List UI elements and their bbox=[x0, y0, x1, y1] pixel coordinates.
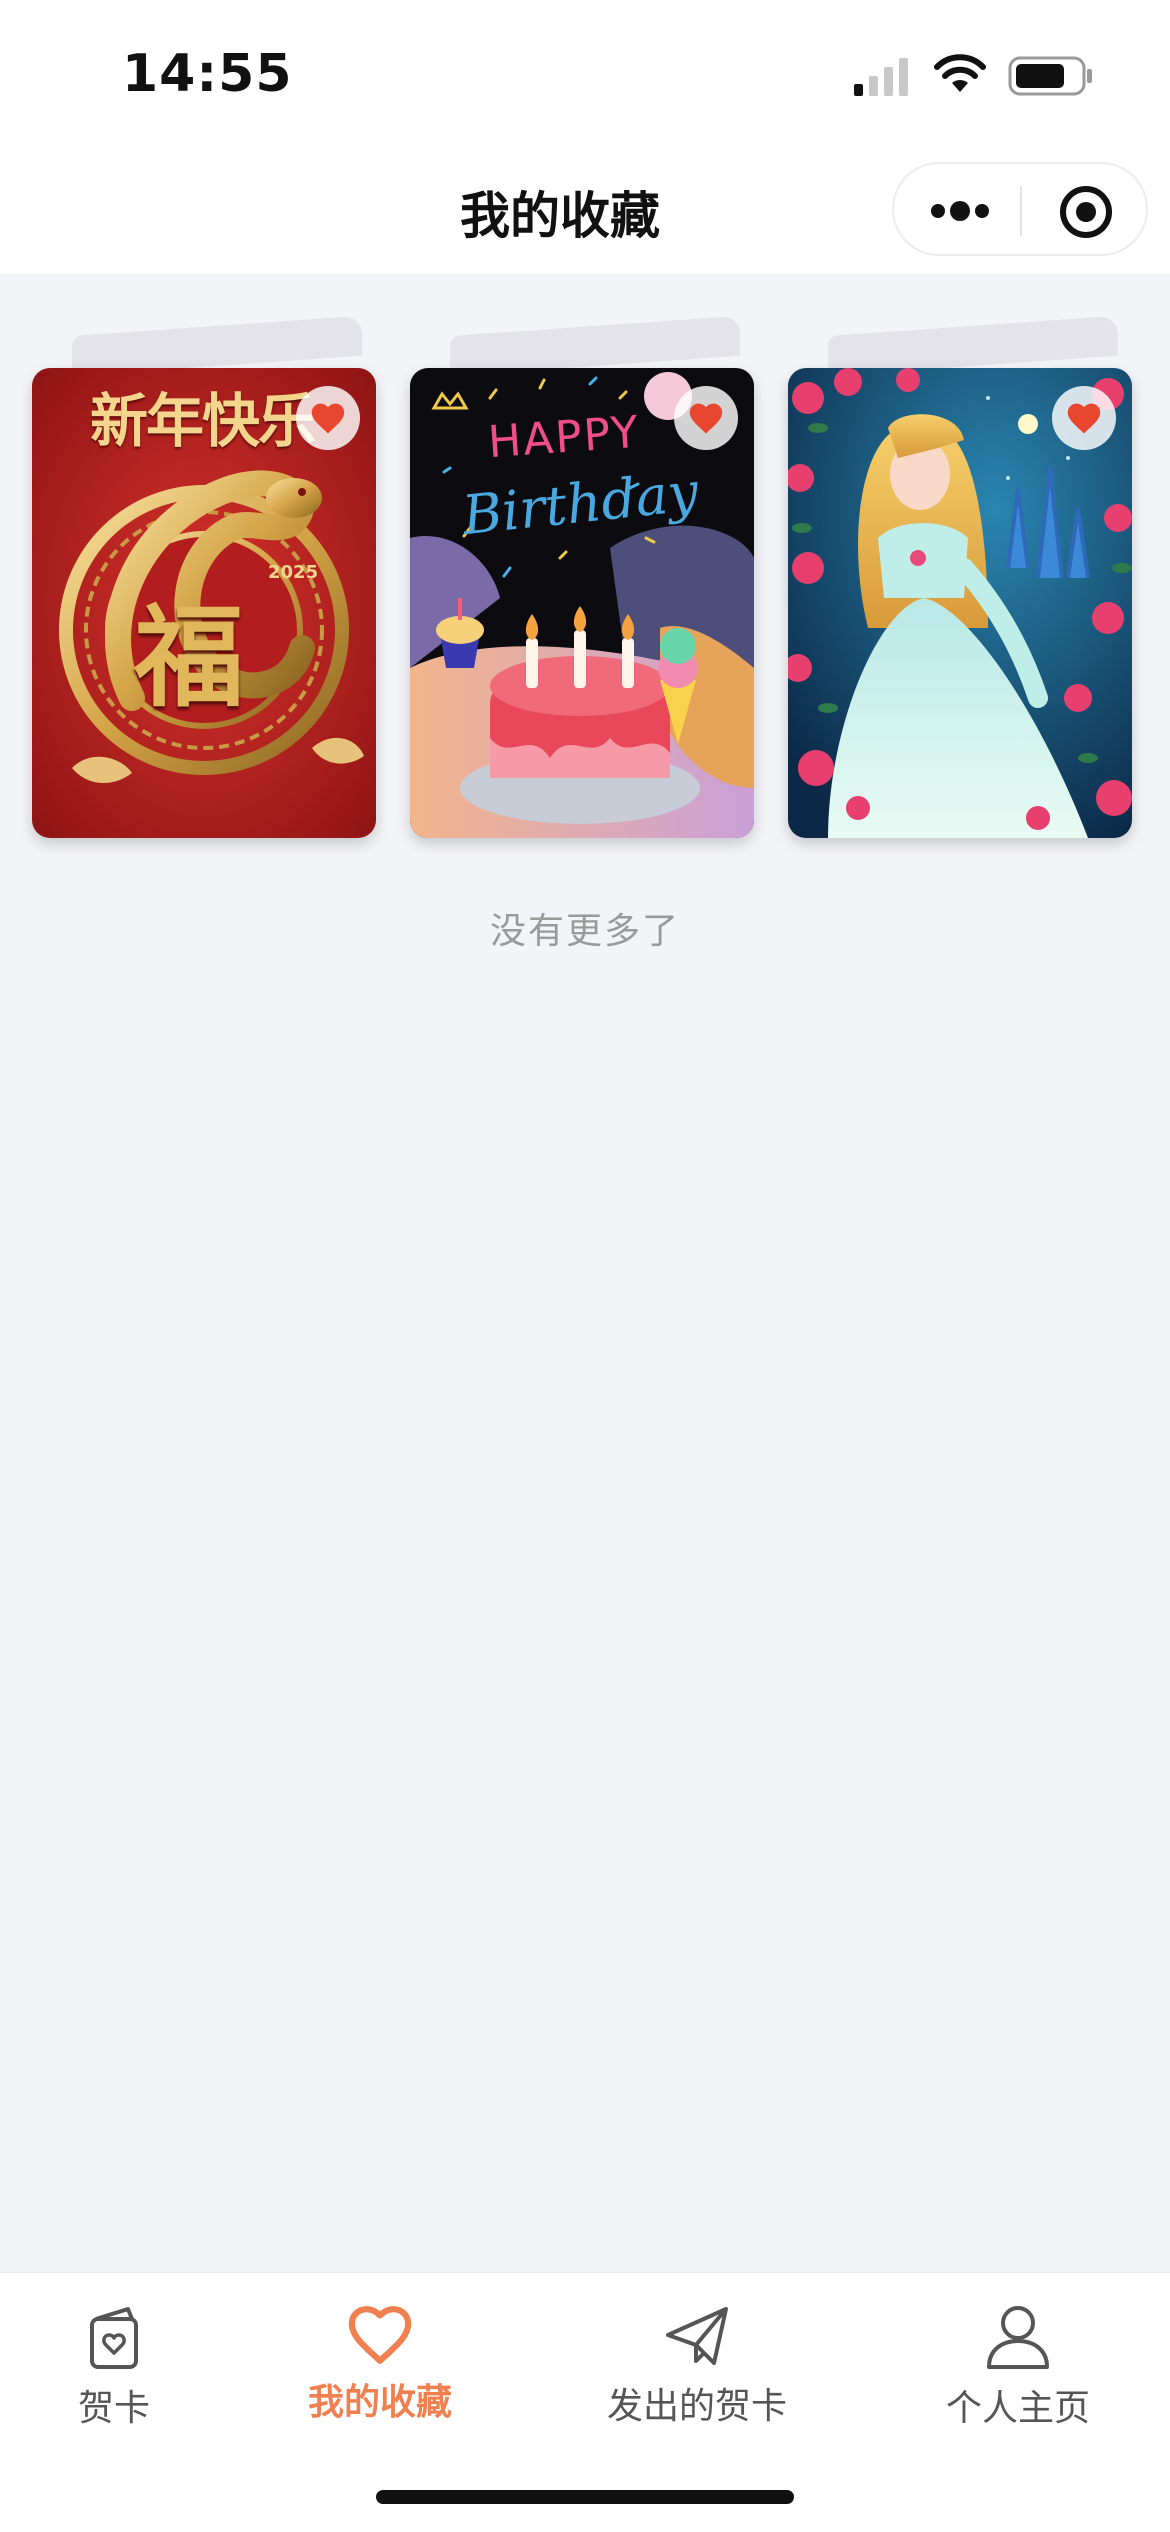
tab-label: 我的收藏 bbox=[307, 2382, 452, 2423]
card-bag-icon bbox=[90, 2307, 138, 2369]
favorite-toggle[interactable] bbox=[296, 386, 360, 450]
heart-icon bbox=[348, 2306, 412, 2364]
card-image[interactable] bbox=[788, 368, 1132, 838]
tab-sent-cards[interactable]: 发出的贺卡 bbox=[586, 2303, 808, 2453]
card-fold bbox=[828, 315, 1118, 376]
favorite-toggle[interactable] bbox=[674, 386, 738, 450]
card-fold bbox=[72, 315, 362, 376]
person-icon bbox=[987, 2306, 1049, 2369]
card-fold bbox=[450, 315, 740, 376]
more-options-icon[interactable] bbox=[930, 194, 990, 228]
tab-label: 发出的贺卡 bbox=[606, 2386, 787, 2427]
card-greeting-text: 新年快乐 bbox=[90, 387, 316, 455]
tab-label: 个人主页 bbox=[945, 2388, 1090, 2429]
home-indicator bbox=[376, 2490, 794, 2504]
heart-filled-icon bbox=[311, 403, 345, 434]
list-end-text: 没有更多了 bbox=[489, 911, 680, 952]
favorites-page: 14:55 我的收藏 新年快乐 福 2025 HAPPY Birthday 没有… bbox=[0, 0, 1170, 2532]
tab-cards[interactable]: 贺卡 bbox=[32, 2303, 196, 2453]
battery-icon bbox=[1008, 56, 1092, 96]
close-mini-program-icon[interactable] bbox=[1058, 184, 1114, 240]
status-bar: 14:55 bbox=[0, 0, 1170, 150]
favorite-card-birthday[interactable]: HAPPY Birthday bbox=[410, 315, 754, 838]
paper-plane-icon bbox=[666, 2307, 728, 2365]
tab-favorites[interactable]: 我的收藏 bbox=[280, 2303, 480, 2453]
card-happy-text: HAPPY bbox=[486, 406, 642, 469]
favorite-toggle[interactable] bbox=[1052, 386, 1116, 450]
card-image[interactable]: 新年快乐 福 2025 bbox=[32, 368, 376, 838]
heart-filled-icon bbox=[1067, 403, 1101, 434]
capsule-divider bbox=[1020, 186, 1022, 236]
card-year-text: 2025 bbox=[268, 562, 319, 583]
tab-profile[interactable]: 个人主页 bbox=[910, 2303, 1126, 2453]
tab-label: 贺卡 bbox=[77, 2388, 150, 2429]
favorite-card-princess[interactable] bbox=[788, 315, 1132, 838]
heart-filled-icon bbox=[689, 403, 723, 434]
card-image[interactable]: HAPPY Birthday bbox=[410, 368, 754, 838]
card-fu-character: 福 bbox=[134, 593, 244, 722]
mini-program-capsule bbox=[892, 162, 1148, 256]
wifi-icon bbox=[934, 54, 986, 92]
favorite-card-new-year[interactable]: 新年快乐 福 2025 bbox=[32, 315, 376, 838]
cellular-signal-icon bbox=[854, 58, 908, 96]
navigation-bar: 我的收藏 bbox=[0, 150, 1170, 274]
status-time: 14:55 bbox=[122, 44, 293, 104]
